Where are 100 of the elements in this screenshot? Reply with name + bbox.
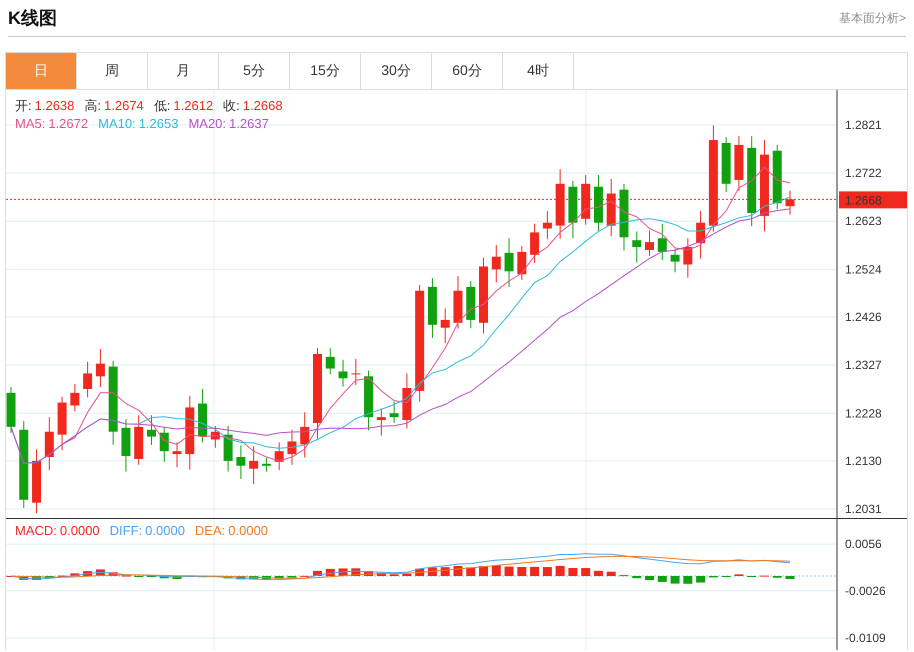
macd-bar [594, 570, 603, 576]
axis-label: 1.2228 [845, 406, 882, 420]
candlestick [658, 223, 667, 261]
quote-value: 1.2612 [173, 97, 214, 115]
macd-bar [108, 572, 118, 576]
macd-bar [606, 572, 616, 576]
candlestick [632, 230, 642, 264]
candlestick [198, 388, 208, 443]
axis-label: 1.2130 [845, 454, 882, 468]
quote-value: 1.2668 [242, 97, 283, 115]
macd-bar [262, 576, 271, 580]
macd-bar [683, 576, 692, 584]
candlestick [146, 414, 156, 446]
macd-bar [492, 565, 501, 576]
period-tab[interactable]: 5分 [219, 53, 290, 89]
macd-bar [542, 567, 552, 576]
candlestick [390, 401, 399, 424]
period-tab[interactable]: 60分 [432, 53, 503, 89]
quote-value: 1.2674 [104, 97, 144, 115]
macd-bar [786, 576, 794, 579]
macd-value: 0.0000 [145, 523, 185, 538]
candlestick [262, 457, 271, 472]
macd-label: DEA: [194, 523, 226, 538]
macd-bar [364, 570, 374, 576]
macd-bar [645, 576, 654, 580]
fundamental-analysis-link[interactable]: 基本面分析> [838, 10, 906, 26]
macd-bar [632, 576, 642, 578]
candlestick [83, 361, 92, 398]
quote-label: 收: [223, 97, 240, 115]
macd-bar [32, 576, 42, 580]
macd-bar [313, 570, 322, 576]
axis-label: 1.2327 [845, 358, 882, 372]
period-tab[interactable]: 30分 [361, 53, 432, 89]
candlestick [6, 386, 16, 434]
macd-bar [83, 571, 92, 576]
period-tab[interactable]: 15分 [290, 53, 361, 89]
candlestick [440, 308, 450, 344]
macd-label: MACD: [15, 523, 57, 538]
candlestick [224, 425, 233, 472]
ma-value: 1.2653 [138, 115, 178, 133]
quote-label: 低: [154, 97, 170, 115]
macd-bar [556, 566, 565, 576]
axis-label: 1.2821 [845, 118, 882, 132]
macd-value: 0.0000 [60, 523, 100, 538]
period-tab[interactable]: 月 [148, 53, 219, 89]
macd-bar [479, 566, 488, 576]
macd-bar [70, 573, 80, 576]
candlestick [594, 174, 603, 232]
candlestick [376, 408, 386, 436]
candlestick [351, 358, 360, 386]
candlestick [32, 448, 42, 514]
macd-bar [44, 576, 54, 578]
period-tab[interactable]: 4时 [503, 53, 574, 89]
macd-bar [402, 574, 412, 576]
candlestick [210, 425, 220, 448]
candlestick [696, 210, 706, 260]
axis-label: 1.2722 [845, 166, 882, 180]
macd-bar [236, 576, 246, 580]
axis-label: 1.2524 [845, 262, 882, 276]
macd-bar [504, 566, 514, 576]
candlestick [645, 230, 654, 256]
axis-label: 1.2426 [845, 310, 882, 324]
macd-bar [453, 566, 462, 576]
candlestick [734, 136, 744, 192]
macd-bar [670, 576, 680, 584]
period-tab[interactable]: 周 [77, 53, 148, 89]
candlestick [466, 280, 476, 329]
candlestick [504, 238, 514, 288]
ma-label: MA10: [98, 115, 136, 133]
axis-label: 1.2031 [845, 502, 882, 516]
candlestick [772, 144, 782, 210]
candlestick [121, 418, 130, 472]
macd-bar [376, 572, 386, 576]
quote-label: 高: [84, 97, 102, 115]
candlestick [274, 442, 284, 471]
macd-bar [274, 576, 284, 579]
candlestick [492, 244, 501, 283]
candlestick [517, 246, 526, 281]
candlestick [530, 223, 540, 264]
candlestick [619, 183, 628, 251]
candlestick [58, 396, 67, 451]
macd-bar [249, 576, 258, 580]
candlestick [326, 348, 335, 375]
macd-bar [224, 576, 233, 578]
candlestick [160, 426, 169, 462]
candlestick [428, 278, 437, 338]
axis-label: 1.2623 [845, 214, 882, 228]
candlestick [172, 442, 182, 468]
candlestick [249, 446, 258, 485]
candlestick [683, 238, 692, 278]
ma-label: MA5: [15, 115, 46, 133]
candlestick [236, 444, 246, 480]
candlestick [542, 210, 552, 240]
axis-label: -0.0109 [845, 631, 886, 646]
macd-bar [517, 566, 526, 576]
ma-value: 1.2672 [48, 115, 88, 133]
candlestick [70, 384, 80, 412]
candlestick [300, 412, 310, 458]
axis-label: -0.0026 [845, 584, 886, 598]
page-title: K线图 [8, 7, 57, 30]
